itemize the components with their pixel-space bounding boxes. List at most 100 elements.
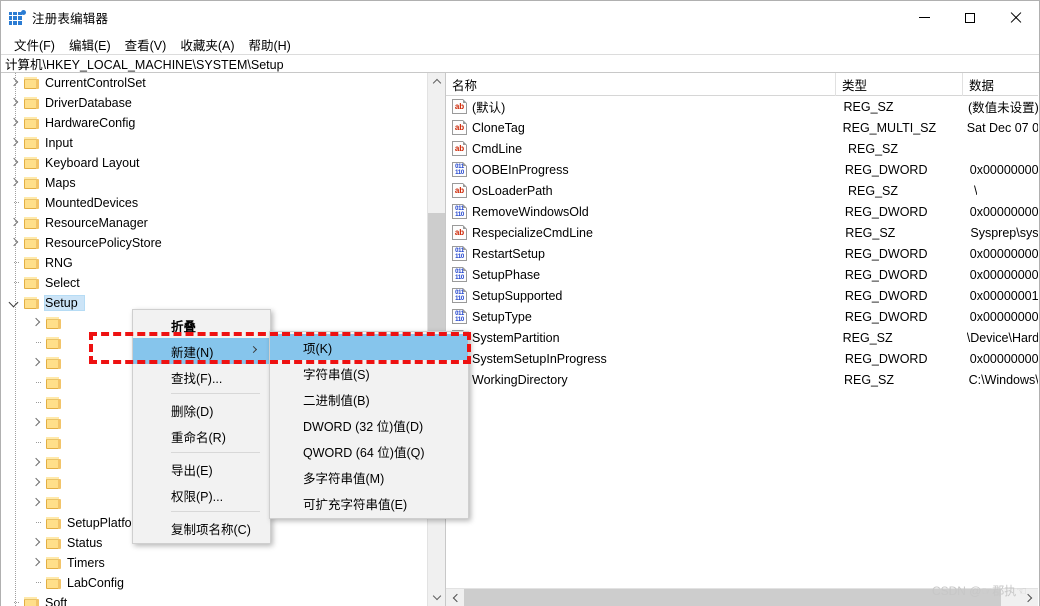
submenu-multi-string-value[interactable]: 多字符串值(M) <box>270 464 468 490</box>
ctx-collapse[interactable]: 折叠 <box>133 312 270 338</box>
folder-icon <box>23 276 39 290</box>
chevron-right-icon[interactable] <box>29 493 45 513</box>
value-data: 0x00000000 <box>969 246 1038 261</box>
value-row[interactable]: abSystemPartitionREG_SZ\Device\Hard <box>446 327 1038 348</box>
value-name: CmdLine <box>472 141 523 156</box>
menu-edit[interactable]: 编辑(E) <box>62 34 118 55</box>
menu-file[interactable]: 文件(F) <box>7 34 62 55</box>
value-row[interactable]: 011 110 SetupPhase REG_DWORD 0x00000000 <box>446 264 1038 285</box>
value-row[interactable]: 011 110 SetupSupported REG_DWORD 0x00000001 <box>446 285 1038 306</box>
tree-item[interactable]: DriverDatabase <box>1 93 427 113</box>
column-data[interactable]: 数据 <box>963 73 1038 96</box>
value-row[interactable]: ab CmdLine REG_SZ <box>446 138 1038 159</box>
submenu-qword-value[interactable]: QWORD (64 位)值(Q) <box>270 438 468 464</box>
menu-view[interactable]: 查看(V) <box>118 34 174 55</box>
value-row[interactable]: ab RespecializeCmdLine REG_SZ Sysprep\sys <box>446 222 1038 243</box>
tree-item[interactable]: ResourcePolicyStore <box>1 233 427 253</box>
value-data: 0x00000000 <box>969 267 1038 282</box>
tree-item[interactable]: Maps <box>1 173 427 193</box>
value-row[interactable]: 011 110 RemoveWindowsOld REG_DWORD 0x0000000… <box>446 201 1038 222</box>
tree-item[interactable]: HardwareConfig <box>1 113 427 133</box>
dword-value-icon: 011110 <box>452 309 467 324</box>
tree-leaf-connector <box>29 373 45 393</box>
chevron-right-icon[interactable] <box>29 353 45 373</box>
tree-item-label: Select <box>45 276 80 290</box>
tree-item[interactable]: ResourceManager <box>1 213 427 233</box>
ctx-export[interactable]: 导出(E) <box>133 456 270 482</box>
maximize-button[interactable] <box>947 1 993 34</box>
column-type[interactable]: 类型 <box>836 73 963 96</box>
tree-item[interactable]: LabConfig <box>1 573 427 593</box>
registry-path: 计算机\HKEY_LOCAL_MACHINE\SYSTEM\Setup <box>5 58 284 72</box>
folder-icon <box>23 296 39 310</box>
value-row[interactable]: abWorkingDirectoryREG_SZC:\Windows\ <box>446 369 1038 390</box>
value-type: REG_DWORD <box>844 351 928 366</box>
chevron-right-icon[interactable] <box>29 553 45 573</box>
submenu-key[interactable]: 项(K) <box>270 334 468 360</box>
tree-item[interactable]: Keyboard Layout <box>1 153 427 173</box>
values-list[interactable]: ab (默认) REG_SZ (数值未设置) ab CloneTag REG_MULTI_S… <box>446 96 1038 583</box>
folder-icon <box>45 376 61 390</box>
value-row[interactable]: 011 110 SetupType REG_DWORD 0x00000000 <box>446 306 1038 327</box>
string-value-icon: ab <box>452 120 467 135</box>
chevron-right-icon[interactable] <box>29 453 45 473</box>
ctx-rename[interactable]: 重命名(R) <box>133 423 270 449</box>
ctx-permissions[interactable]: 权限(P)... <box>133 482 270 508</box>
menu-favorites[interactable]: 收藏夹(A) <box>173 34 241 55</box>
tree-item[interactable]: Select <box>1 273 427 293</box>
folder-icon <box>45 496 61 510</box>
watermark: CSDN @☞郡执☜ <box>931 584 1027 598</box>
folder-icon <box>45 556 61 570</box>
ctx-find[interactable]: 查找(F)... <box>133 364 270 390</box>
value-row[interactable]: 011 110 OOBEInProgress REG_DWORD 0x00000000 <box>446 159 1038 180</box>
submenu-dword-value[interactable]: DWORD (32 位)值(D) <box>270 412 468 438</box>
tree-leaf-connector <box>29 333 45 353</box>
value-row[interactable]: ab (默认) REG_SZ (数值未设置) <box>446 96 1038 117</box>
ctx-delete[interactable]: 删除(D) <box>133 397 270 423</box>
chevron-right-icon[interactable] <box>29 533 45 553</box>
submenu-string-value[interactable]: 字符串值(S) <box>270 360 468 386</box>
folder-icon <box>23 136 39 150</box>
string-value-icon: ab <box>452 225 467 240</box>
value-name: RestartSetup <box>472 246 545 261</box>
new-submenu[interactable]: 项(K) 字符串值(S) 二进制值(B) DWORD (32 位)值(D) QWORD … <box>269 331 469 519</box>
tree-item[interactable]: Input <box>1 133 427 153</box>
menu-separator <box>171 452 260 453</box>
submenu-binary-value[interactable]: 二进制值(B) <box>270 386 468 412</box>
value-row[interactable]: ab CloneTag REG_MULTI_SZ Sat Dec 07 0 <box>446 117 1038 138</box>
tree-item[interactable]: RNG <box>1 253 427 273</box>
chevron-right-icon[interactable] <box>29 313 45 333</box>
scroll-up-icon[interactable] <box>428 73 445 91</box>
scroll-down-icon[interactable] <box>428 588 445 606</box>
menu-item-label: 项(K) <box>303 341 333 356</box>
ctx-copy-key-name[interactable]: 复制项名称(C) <box>133 515 270 541</box>
context-menu[interactable]: 折叠 新建(N) 查找(F)... 删除(D) 重命名(R) 导出(E) 权限(P)... 复… <box>132 309 271 544</box>
chevron-right-icon[interactable] <box>29 473 45 493</box>
tree-item-label: Input <box>45 136 73 150</box>
close-button[interactable] <box>993 1 1039 34</box>
tree-item[interactable]: CurrentControlSet <box>1 73 427 93</box>
dword-value-icon: 011110 <box>452 267 467 282</box>
scroll-left-icon[interactable] <box>446 589 464 606</box>
value-row[interactable]: 011 110 RestartSetup REG_DWORD 0x00000000 <box>446 243 1038 264</box>
chevron-right-icon[interactable] <box>29 413 45 433</box>
tree-item[interactable]: MountedDevices <box>1 193 427 213</box>
tree-item[interactable]: Soft <box>1 593 427 606</box>
tree-item-label: Status <box>67 536 103 550</box>
tree-item[interactable]: Timers <box>1 553 427 573</box>
submenu-expandable-string-value[interactable]: 可扩充字符串值(E) <box>270 490 468 516</box>
value-row[interactable]: 011110SystemSetupInProgressREG_DWORD0x00… <box>446 348 1038 369</box>
ctx-new[interactable]: 新建(N) <box>133 338 270 364</box>
dword-value-icon: 011110 <box>452 246 467 261</box>
values-scroll-thumb[interactable] <box>464 589 1001 606</box>
value-row[interactable]: ab OsLoaderPath REG_SZ \ <box>446 180 1038 201</box>
folder-icon <box>45 336 61 350</box>
folder-icon <box>45 516 61 530</box>
column-name[interactable]: 名称 <box>446 73 836 96</box>
menu-help[interactable]: 帮助(H) <box>241 34 297 55</box>
value-data: 0x00000001 <box>969 288 1038 303</box>
registry-values-pane: 名称 类型 数据 ab (默认) REG_SZ (数值未设置) ab CloneTag REG_… <box>446 73 1038 606</box>
folder-icon <box>23 176 39 190</box>
minimize-button[interactable] <box>901 1 947 34</box>
address-bar[interactable]: 计算机\HKEY_LOCAL_MACHINE\SYSTEM\Setup <box>1 54 1039 73</box>
